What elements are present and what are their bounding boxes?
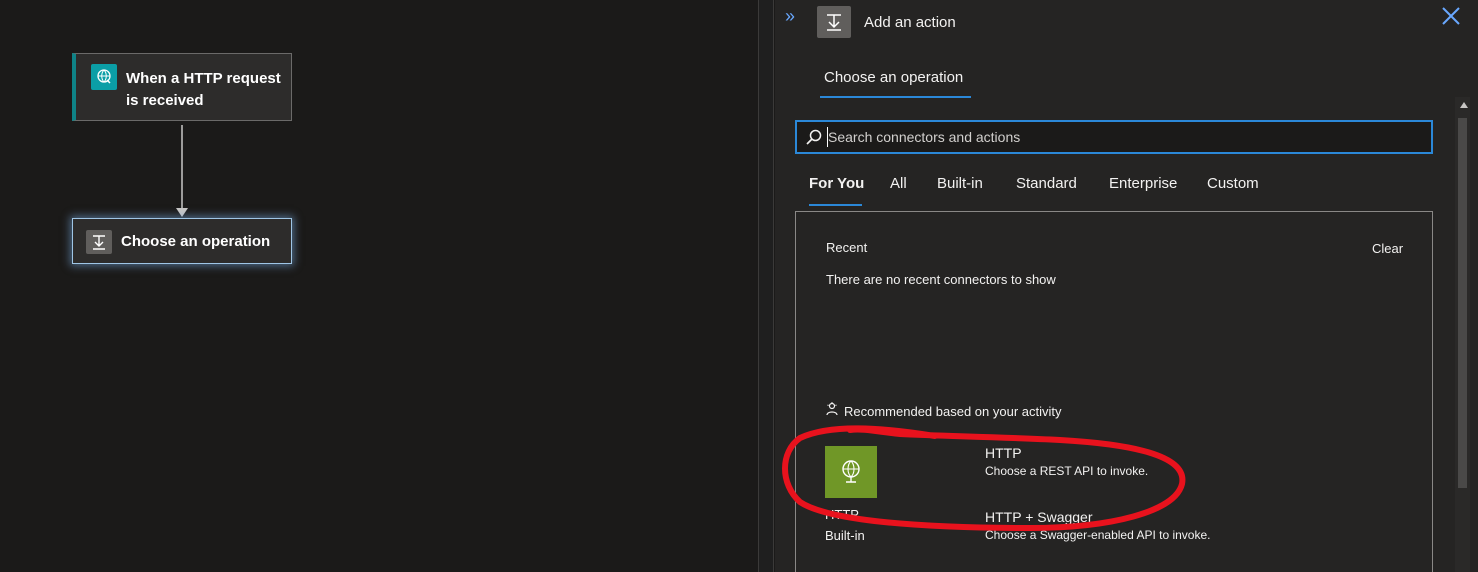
choose-operation-card[interactable]: Choose an operation: [72, 218, 292, 264]
action-http-name[interactable]: HTTP: [985, 445, 1022, 461]
tab-built-in[interactable]: Built-in: [937, 175, 983, 192]
http-tile-category: Built-in: [825, 528, 865, 543]
http-connector-tile[interactable]: [825, 446, 877, 498]
http-tile-name: HTTP: [825, 507, 859, 522]
tab-enterprise[interactable]: Enterprise: [1109, 175, 1177, 192]
scrollbar-thumb[interactable]: [1458, 118, 1467, 488]
panel-resize-divider[interactable]: [758, 0, 774, 572]
tab-underline: [820, 96, 971, 98]
trigger-card[interactable]: When a HTTP request is received: [72, 53, 292, 121]
action-http-description: Choose a REST API to invoke.: [985, 464, 1149, 478]
tab-custom[interactable]: Custom: [1207, 175, 1259, 192]
search-box[interactable]: [795, 120, 1433, 154]
recent-heading: Recent: [826, 240, 868, 255]
panel-title: Add an action: [864, 14, 956, 31]
search-input[interactable]: [828, 127, 1418, 147]
search-icon: [805, 128, 823, 146]
flow-arrow-icon: [176, 208, 188, 217]
flow-connector-line: [181, 125, 183, 213]
choose-operation-title: Choose an operation: [121, 233, 271, 250]
action-http-swagger-name[interactable]: HTTP + Swagger: [985, 509, 1093, 525]
scroll-up-icon[interactable]: [1460, 102, 1468, 108]
clear-recent-button[interactable]: Clear: [1372, 241, 1403, 256]
expand-panel-icon[interactable]: ››: [785, 6, 795, 27]
action-http-swagger-description: Choose a Swagger-enabled API to invoke.: [985, 528, 1211, 542]
tab-for-you[interactable]: For You: [809, 175, 864, 192]
http-request-trigger-icon: [91, 64, 117, 90]
globe-icon: [842, 460, 860, 483]
operation-icon: [86, 230, 112, 254]
recommended-heading: Recommended based on your activity: [844, 404, 1062, 419]
recent-empty-message: There are no recent connectors to show: [826, 272, 1056, 287]
active-tab-underline: [809, 204, 862, 206]
text-caret: [827, 127, 828, 147]
results-panel: [795, 211, 1433, 572]
tab-standard[interactable]: Standard: [1016, 175, 1077, 192]
tab-choose-operation[interactable]: Choose an operation: [824, 69, 963, 86]
recommended-icon: [826, 402, 838, 416]
close-icon[interactable]: [1440, 5, 1462, 27]
action-header-icon: [817, 6, 851, 38]
tab-all[interactable]: All: [890, 175, 907, 192]
trigger-title: When a HTTP request is received: [126, 70, 281, 109]
